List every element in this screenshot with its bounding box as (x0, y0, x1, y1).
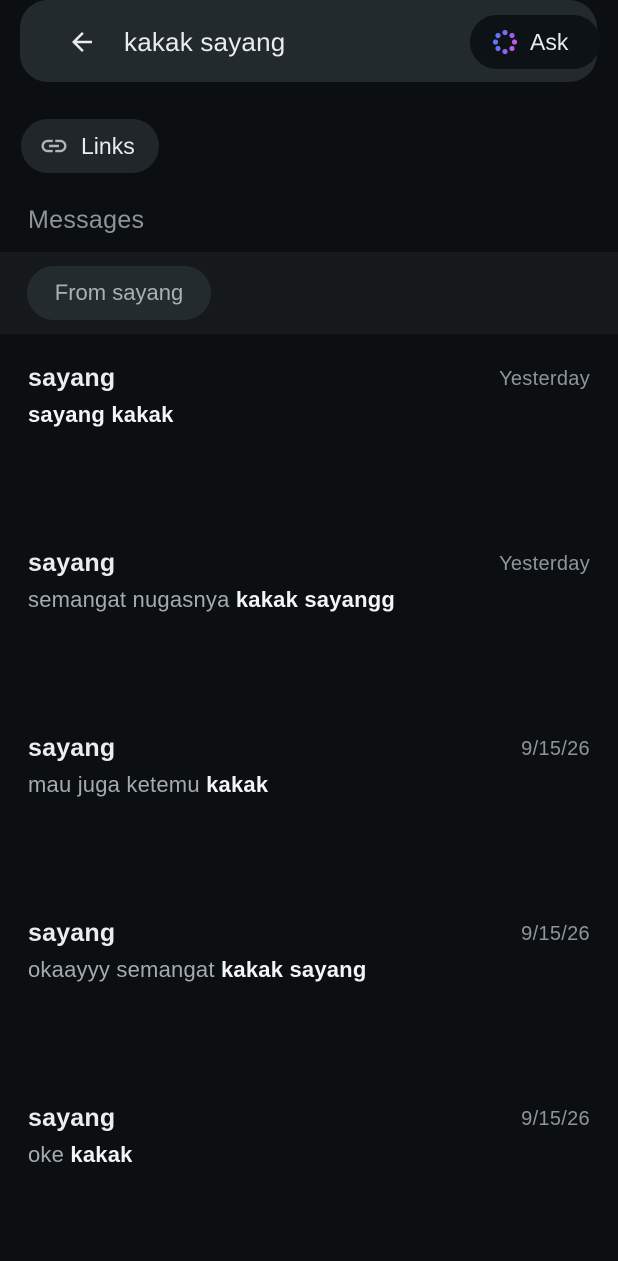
message-result[interactable]: sayang 9/15/26 okaayyy semangat kakak sa… (0, 891, 618, 1076)
result-sender: sayang (28, 549, 116, 577)
result-time: 9/15/26 (521, 923, 590, 945)
links-chip-label: Links (81, 132, 135, 159)
result-preview: semangat nugasnya kakak sayangg (28, 587, 395, 613)
ask-label: Ask (530, 28, 569, 55)
preview-highlight: kakak (70, 1142, 133, 1167)
preview-highlight: kakak sayangg (235, 587, 396, 612)
from-chip-label: From sayang (54, 280, 184, 305)
result-sender: sayang (28, 734, 116, 762)
result-preview: sayang kakak (28, 402, 174, 428)
preview-highlight: kakak sayang (220, 957, 367, 982)
preview-text: mau juga ketemu (28, 772, 207, 797)
back-button[interactable] (60, 22, 104, 62)
preview-text: semangat nugasnya (28, 587, 236, 612)
result-sender: sayang (28, 1104, 116, 1132)
result-preview: mau juga ketemu kakak (28, 772, 268, 798)
links-filter-chip[interactable]: Links (21, 119, 159, 173)
search-input[interactable] (124, 26, 454, 58)
preview-text: okaayyy semangat (28, 957, 221, 982)
preview-highlight: sayang kakak (28, 402, 174, 427)
message-result[interactable]: sayang 9/15/26 oke kakak (0, 1076, 618, 1261)
message-result[interactable]: sayang 9/15/26 mau juga ketemu kakak (0, 706, 618, 891)
result-time: Yesterday (499, 368, 590, 390)
result-preview: oke kakak (28, 1142, 133, 1168)
preview-highlight: kakak (206, 772, 269, 797)
ask-button[interactable]: Ask (470, 15, 600, 69)
result-sender: sayang (28, 919, 116, 947)
result-time: Yesterday (499, 553, 590, 575)
message-result[interactable]: sayang Yesterday semangat nugasnya kakak… (0, 521, 618, 706)
section-title-messages: Messages (28, 206, 145, 234)
from-sender-filter-chip[interactable]: From sayang (27, 266, 211, 320)
search-bar: Ask (20, 0, 600, 82)
arrow-left-icon (72, 32, 92, 52)
message-result[interactable]: sayang Yesterday sayang kakak (0, 336, 618, 521)
result-time: 9/15/26 (521, 738, 590, 760)
link-icon (41, 139, 67, 153)
preview-text: oke (28, 1142, 71, 1167)
meta-ai-sparkle-icon (492, 29, 518, 55)
result-preview: okaayyy semangat kakak sayang (28, 957, 366, 983)
result-sender: sayang (28, 364, 116, 392)
result-time: 9/15/26 (521, 1108, 590, 1130)
